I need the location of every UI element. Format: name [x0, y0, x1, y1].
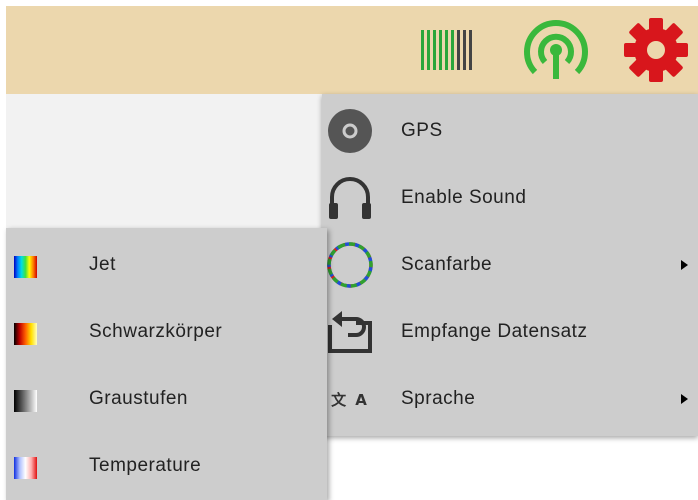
menu-item-label: Empfange Datensatz [401, 321, 588, 342]
antenna-signal-icon[interactable] [518, 6, 594, 94]
menu-item-label: Scanfarbe [401, 254, 493, 275]
menu-item-enable-sound[interactable]: Enable Sound [322, 165, 698, 231]
color-ring-icon [326, 241, 374, 289]
submenu-item-graustufen[interactable]: Graustufen [6, 366, 327, 432]
menu-item-scanfarbe[interactable]: Scanfarbe [322, 232, 698, 298]
gps-disc-icon [326, 107, 374, 155]
submenu-arrow-icon [681, 260, 688, 270]
menu-item-empfange-datensatz[interactable]: Empfange Datensatz [322, 299, 698, 365]
submenu-arrow-icon [681, 394, 688, 404]
translate-icon: 文 A [331, 390, 369, 409]
barcode-icon[interactable] [416, 6, 478, 94]
blackbody-colormap-icon [14, 323, 37, 345]
submenu-item-label: Temperature [89, 455, 202, 476]
main-menu: GPS Enable Sound Scanfarbe Empfange Date… [322, 94, 698, 436]
submenu-item-label: Schwarzkörper [89, 321, 223, 342]
jet-colormap-icon [14, 256, 37, 278]
grayscale-colormap-icon [14, 390, 37, 412]
toolbar [6, 6, 698, 94]
settings-gear-icon[interactable] [616, 6, 696, 94]
temperature-colormap-icon [14, 457, 37, 479]
headphones-icon [326, 174, 374, 222]
submenu-item-schwarzkoerper[interactable]: Schwarzkörper [6, 299, 327, 365]
submenu-item-label: Jet [89, 254, 116, 275]
scanfarbe-submenu: Jet Schwarzkörper Graustufen Temperature [6, 228, 327, 500]
submenu-item-jet[interactable]: Jet [6, 232, 327, 298]
menu-item-label: Enable Sound [401, 187, 527, 208]
submenu-item-temperature[interactable]: Temperature [6, 433, 327, 499]
submenu-item-label: Graustufen [89, 388, 188, 409]
menu-item-sprache[interactable]: 文 A Sprache [322, 366, 698, 432]
menu-item-gps[interactable]: GPS [322, 98, 698, 164]
menu-item-label: GPS [401, 120, 443, 141]
receive-dataset-icon [326, 308, 374, 356]
menu-item-label: Sprache [401, 388, 476, 409]
